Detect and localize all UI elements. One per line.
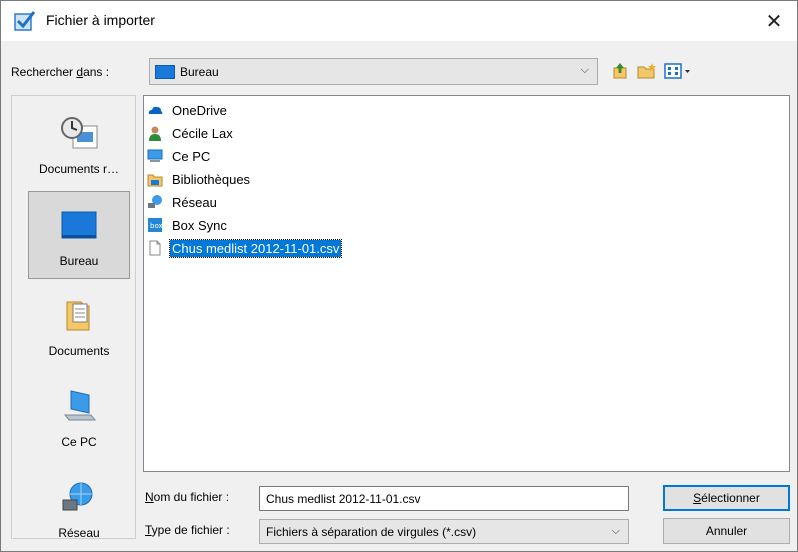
look-in-value: Bureau xyxy=(180,65,219,79)
chevron-down-icon: ⌵ xyxy=(580,64,589,76)
place-this-pc[interactable]: Ce PC xyxy=(28,373,130,461)
place-documents[interactable]: Documents xyxy=(28,282,130,370)
list-item[interactable]: Bibliothèques xyxy=(147,169,252,189)
place-label: Ce PC xyxy=(61,435,97,449)
close-button[interactable]: ✕ xyxy=(751,1,797,41)
file-name-input[interactable] xyxy=(259,486,629,511)
places-bar: Documents r… Bureau Documents Ce PC Rése… xyxy=(11,95,136,540)
place-label: Documents r… xyxy=(38,162,120,176)
cancel-button[interactable]: Annuler xyxy=(663,518,790,544)
file-type-dropdown[interactable]: Fichiers à séparation de virgules (*.csv… xyxy=(259,519,629,544)
place-desktop[interactable]: Bureau xyxy=(28,191,130,279)
desktop-icon xyxy=(61,211,97,239)
list-item[interactable]: OneDrive xyxy=(147,100,229,120)
place-label: Réseau xyxy=(58,526,100,540)
user-folder-icon xyxy=(149,126,161,141)
libraries-icon xyxy=(147,174,163,187)
place-recent-documents[interactable]: Documents r… xyxy=(28,100,130,188)
list-item[interactable]: Cécile Lax xyxy=(147,123,235,143)
look-in-dropdown[interactable]: Bureau ⌵ xyxy=(149,58,598,85)
network-icon xyxy=(62,482,93,511)
list-item[interactable]: Ce PC xyxy=(147,146,212,166)
place-label: Documents xyxy=(48,344,110,358)
file-list[interactable]: OneDrive Cécile Lax Ce PC Bibliothèques … xyxy=(143,95,790,472)
view-grid-icon xyxy=(664,63,690,79)
select-button[interactable]: Sélectionner xyxy=(663,485,790,511)
onedrive-icon xyxy=(148,106,163,114)
chevron-down-icon: ⌵ xyxy=(611,525,620,537)
place-label: Bureau xyxy=(59,254,99,268)
checkmark-icon xyxy=(14,11,36,31)
title-bar: Fichier à importer ✕ xyxy=(1,1,797,41)
new-folder-button[interactable] xyxy=(635,59,659,83)
computer-icon xyxy=(147,149,163,162)
place-network[interactable]: Réseau xyxy=(28,464,130,552)
new-folder-icon xyxy=(637,63,656,79)
up-one-level-button[interactable] xyxy=(608,59,632,83)
window-title: Fichier à importer xyxy=(46,12,155,28)
file-type-label: Type de fichier : xyxy=(145,523,230,537)
list-item[interactable]: Réseau xyxy=(147,192,219,212)
look-in-label: Rechercher dans : xyxy=(11,65,110,79)
network-icon xyxy=(148,195,162,208)
view-menu-button[interactable] xyxy=(660,59,696,83)
up-folder-icon xyxy=(613,63,627,79)
svg-text:box: box xyxy=(150,222,163,230)
list-item[interactable]: Chus medlist 2012-11-01.csv xyxy=(147,238,343,258)
csv-file-icon xyxy=(149,240,161,256)
box-sync-icon: box xyxy=(148,218,163,232)
list-item[interactable]: box Box Sync xyxy=(147,215,229,235)
recent-documents-icon xyxy=(61,117,98,149)
documents-folder-icon xyxy=(66,301,90,331)
file-type-value: Fichiers à séparation de virgules (*.csv… xyxy=(266,525,477,539)
file-import-dialog: Fichier à importer ✕ Rechercher dans : B… xyxy=(0,0,798,552)
file-name-label: Nom du fichier : xyxy=(145,490,230,504)
desktop-folder-icon xyxy=(155,65,175,79)
computer-icon xyxy=(63,390,97,421)
